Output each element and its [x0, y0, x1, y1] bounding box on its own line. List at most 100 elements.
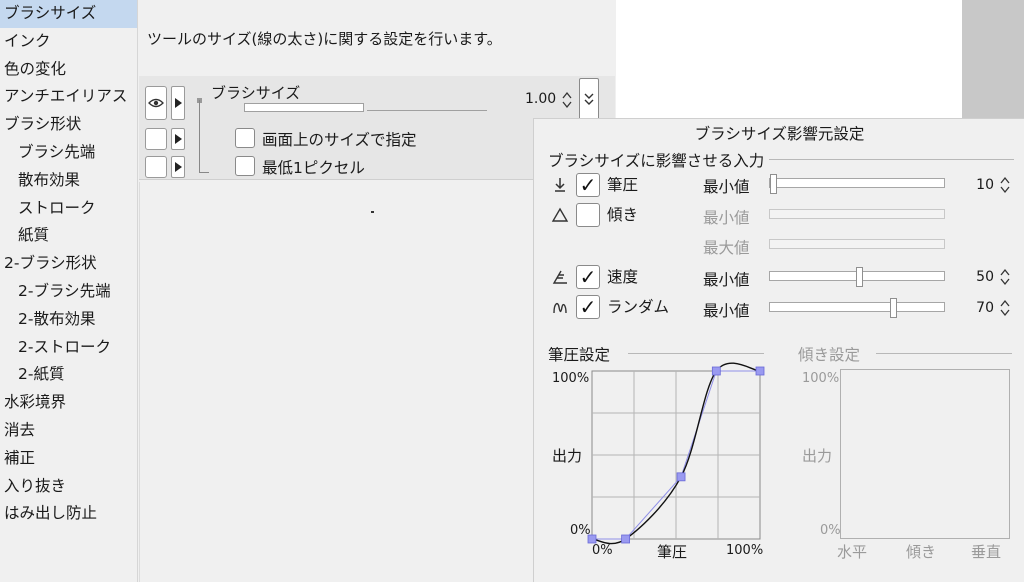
- nav-item-2-brush-tip[interactable]: 2-ブラシ先端: [0, 278, 137, 306]
- pressure-min-slider-thumb[interactable]: [770, 174, 777, 194]
- nav-item-scatter[interactable]: 散布効果: [0, 167, 137, 195]
- slider-baseline: [367, 110, 487, 111]
- double-chevron-down-icon: [584, 93, 594, 105]
- tree-branch: [199, 172, 209, 173]
- pressure-x-label: 筆圧: [657, 543, 688, 561]
- input-section-title: ブラシサイズに影響させる入力: [548, 152, 765, 170]
- tree-line: [199, 100, 200, 172]
- nav-item-correction[interactable]: 補正: [0, 445, 137, 473]
- pressure-y-label: 出力: [552, 447, 583, 465]
- nav-item-2-texture[interactable]: 2-紙質: [0, 361, 137, 389]
- tilt-label: 傾き: [607, 206, 639, 224]
- popup-title: ブラシサイズ影響元設定: [694, 125, 865, 143]
- control-point[interactable]: [621, 534, 631, 544]
- nav-item-taper[interactable]: 入り抜き: [0, 473, 137, 501]
- tilt-x-horizontal: 水平: [837, 543, 868, 561]
- nav-item-brush-size[interactable]: ブラシサイズ: [0, 0, 137, 28]
- tilt-min-slider: [769, 209, 945, 219]
- brush-size-label: ブラシサイズ: [211, 84, 301, 102]
- speed-min-value[interactable]: 50: [964, 269, 994, 285]
- updown-arrow-icon[interactable]: [1000, 298, 1010, 318]
- updown-arrow-icon[interactable]: [1000, 175, 1010, 195]
- nav-item-2-brush-shape[interactable]: 2-ブラシ形状: [0, 250, 137, 278]
- tilt-graph-title: 傾き設定: [798, 346, 861, 364]
- random-min-label: 最小値: [703, 302, 750, 320]
- nav-item-brush-shape[interactable]: ブラシ形状: [0, 111, 137, 139]
- section-divider: [876, 353, 1012, 354]
- pressure-y-min: 0%: [570, 523, 591, 538]
- random-label: ランダム: [607, 298, 670, 316]
- random-checkbox[interactable]: ✓: [576, 295, 600, 319]
- brush-size-value[interactable]: 1.00: [525, 91, 556, 107]
- tilt-x-tilt: 傾き: [906, 543, 937, 561]
- tilt-min-label: 最小値: [703, 209, 750, 227]
- pressure-y-max: 100%: [552, 371, 590, 386]
- updown-arrow-icon[interactable]: [1000, 267, 1010, 287]
- speed-min-label: 最小値: [703, 271, 750, 289]
- tilt-max-slider: [769, 239, 945, 249]
- control-point[interactable]: [711, 366, 721, 376]
- influence-settings-popup: ブラシサイズ影響元設定 ブラシサイズに影響させる入力 ✓ 筆圧 最小値 10 傾…: [533, 118, 1024, 582]
- speed-checkbox[interactable]: ✓: [576, 265, 600, 289]
- tilt-curve-graph: [840, 369, 1010, 539]
- tilt-checkbox[interactable]: [576, 203, 600, 227]
- nav-item-overflow-prevention[interactable]: はみ出し防止: [0, 500, 137, 528]
- section-divider: [628, 353, 764, 354]
- nav-item-ink[interactable]: インク: [0, 28, 137, 56]
- pressure-x-max: 100%: [726, 543, 764, 558]
- control-point[interactable]: [587, 534, 597, 544]
- tilt-max-label: 最大値: [703, 239, 750, 257]
- speed-min-slider[interactable]: [769, 267, 945, 287]
- speed-label: 速度: [607, 268, 639, 286]
- pressure-graph-title: 筆圧設定: [548, 346, 611, 364]
- updown-arrow-icon[interactable]: [562, 90, 572, 110]
- expand-button-3[interactable]: [171, 156, 185, 178]
- expand-button-2[interactable]: [171, 128, 185, 150]
- eye-icon: [148, 98, 164, 108]
- scrollbar[interactable]: [962, 0, 1024, 120]
- category-list: ブラシサイズ インク 色の変化 アンチエイリアス ブラシ形状 ブラシ先端 散布効…: [0, 0, 138, 582]
- preview-dot: [371, 211, 374, 213]
- tilt-y-min: 0%: [820, 523, 841, 538]
- tilt-y-label: 出力: [802, 447, 833, 465]
- nav-item-texture[interactable]: 紙質: [0, 222, 137, 250]
- min-one-pixel-label: 最低1ピクセル: [262, 159, 365, 177]
- visibility-toggle[interactable]: [145, 86, 167, 120]
- section-divider: [769, 159, 1014, 160]
- visibility-toggle-3[interactable]: [145, 156, 167, 178]
- screen-size-checkbox[interactable]: [235, 128, 255, 148]
- triangle-right-icon: [174, 134, 182, 144]
- pen-pressure-icon: [555, 178, 565, 192]
- pressure-min-label: 最小値: [703, 178, 750, 196]
- triangle-right-icon: [174, 98, 182, 108]
- canvas-area: [616, 0, 962, 120]
- control-point[interactable]: [676, 472, 686, 482]
- nav-item-2-scatter[interactable]: 2-散布効果: [0, 306, 137, 334]
- expand-button[interactable]: [171, 86, 185, 120]
- nav-item-2-stroke[interactable]: 2-ストローク: [0, 334, 137, 362]
- brush-size-slider[interactable]: [244, 103, 364, 112]
- nav-item-watercolor-edge[interactable]: 水彩境界: [0, 389, 137, 417]
- nav-item-stroke[interactable]: ストローク: [0, 195, 137, 223]
- speed-min-slider-thumb[interactable]: [856, 267, 863, 287]
- control-point[interactable]: [755, 366, 765, 376]
- pressure-min-slider[interactable]: [769, 174, 945, 194]
- tilt-x-vertical: 垂直: [971, 543, 1002, 561]
- nav-item-brush-tip[interactable]: ブラシ先端: [0, 139, 137, 167]
- pressure-curve-graph[interactable]: [587, 362, 765, 545]
- pressure-label: 筆圧: [607, 176, 639, 194]
- screen-size-label: 画面上のサイズで指定: [262, 131, 417, 149]
- nav-item-antialias[interactable]: アンチエイリアス: [0, 83, 137, 111]
- pressure-min-value[interactable]: 10: [964, 177, 994, 193]
- min-one-pixel-checkbox[interactable]: [235, 156, 255, 176]
- random-min-slider[interactable]: [769, 298, 945, 318]
- pressure-checkbox[interactable]: ✓: [576, 173, 600, 197]
- random-min-value[interactable]: 70: [964, 300, 994, 316]
- speed-icon: [552, 270, 567, 284]
- random-min-slider-thumb[interactable]: [890, 298, 897, 318]
- triangle-right-icon: [174, 162, 182, 172]
- nav-item-erase[interactable]: 消去: [0, 417, 137, 445]
- influence-settings-button[interactable]: [579, 78, 599, 120]
- nav-item-color-change[interactable]: 色の変化: [0, 56, 137, 84]
- visibility-toggle-2[interactable]: [145, 128, 167, 150]
